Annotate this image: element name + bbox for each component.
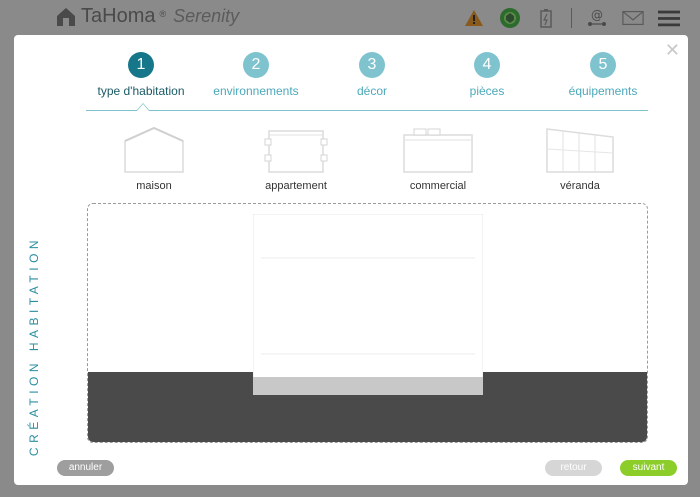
step-number: 1	[128, 52, 154, 78]
svg-text:@: @	[591, 8, 603, 22]
active-step-pointer	[136, 103, 150, 111]
battery-icon[interactable]	[535, 7, 557, 29]
step-label: décor	[356, 84, 388, 98]
step-label: environnements	[213, 84, 299, 98]
home-type-label: commercial	[409, 180, 467, 192]
header-icons: @	[463, 7, 680, 29]
side-title: CRÉATION HABITATION	[24, 221, 44, 471]
shield-icon[interactable]	[499, 7, 521, 29]
home-preview-canvas[interactable]	[87, 203, 648, 443]
brand-name: TaHoma	[81, 5, 156, 27]
home-logo-icon	[57, 7, 75, 26]
step-number: 4	[474, 52, 500, 78]
veranda-icon	[546, 128, 614, 173]
brand-mark: ®	[159, 9, 167, 19]
home-type-label: véranda	[560, 180, 600, 192]
warning-icon[interactable]	[463, 7, 485, 29]
step-number: 3	[359, 52, 385, 78]
step-label: type d'habitation	[97, 84, 185, 98]
product-name: Serenity	[173, 6, 240, 26]
step-number: 5	[590, 52, 616, 78]
steps-divider	[86, 110, 648, 111]
building-preview	[253, 214, 483, 395]
step-number: 2	[243, 52, 269, 78]
next-button[interactable]: suivant	[620, 460, 677, 476]
app-logo: TaHoma ® Serenity	[55, 5, 239, 28]
apartment-icon	[264, 130, 328, 173]
home-type-house[interactable]: maison	[99, 127, 209, 192]
back-button[interactable]: retour	[545, 460, 602, 476]
step-home-type[interactable]: 1 type d'habitation	[81, 52, 201, 98]
cancel-button[interactable]: annuler	[57, 460, 114, 476]
header-divider	[571, 8, 572, 28]
menu-icon[interactable]	[658, 7, 680, 29]
step-equipment[interactable]: 5 équipements	[543, 52, 663, 98]
wizard-steps: 1 type d'habitation 2 environnements 3 d…	[86, 52, 648, 112]
home-type-apartment[interactable]: appartement	[241, 127, 351, 192]
step-environments[interactable]: 2 environnements	[196, 52, 316, 98]
app-header: TaHoma ® Serenity @	[0, 0, 700, 36]
step-label: équipements	[568, 84, 638, 98]
home-type-commercial[interactable]: commercial	[383, 127, 493, 192]
house-icon	[124, 127, 184, 173]
home-type-label: maison	[136, 180, 172, 192]
home-type-veranda[interactable]: véranda	[525, 127, 635, 192]
commercial-icon	[403, 128, 473, 173]
side-title-text: CRÉATION HABITATION	[27, 235, 41, 457]
step-rooms[interactable]: 4 pièces	[427, 52, 547, 98]
home-creation-dialog: ✕ CRÉATION HABITATION 1 type d'habitatio…	[14, 35, 688, 485]
mail-icon[interactable]	[622, 7, 644, 29]
close-icon[interactable]: ✕	[665, 41, 680, 59]
step-label: pièces	[469, 84, 505, 98]
network-icon[interactable]: @	[586, 7, 608, 29]
step-decor[interactable]: 3 décor	[312, 52, 432, 98]
home-type-label: appartement	[265, 180, 327, 192]
